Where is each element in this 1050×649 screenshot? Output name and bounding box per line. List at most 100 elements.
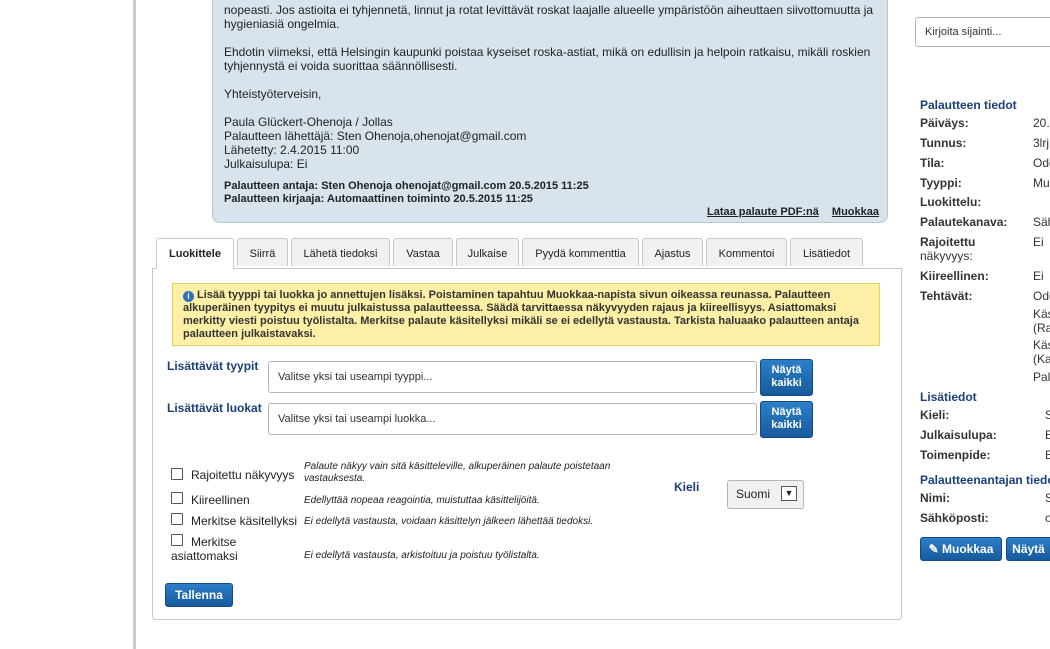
- message-body: nopeasti. Jos astioita ei tyhjennetä, li…: [224, 3, 887, 171]
- urgent-checkbox[interactable]: [171, 492, 183, 504]
- info-text-line: palautteen julkaistavaksi.: [183, 328, 316, 340]
- message-line: Julkaisulupa: Ei: [224, 157, 308, 171]
- show-all-label: Näytä: [771, 406, 802, 418]
- info-value: 3lrj: [1033, 136, 1050, 150]
- tab-siirra[interactable]: Siirrä: [237, 238, 288, 266]
- info-key: näkyvyys:: [920, 249, 973, 263]
- message-line: Paula Glückert-Ohenoja / Jollas: [224, 115, 393, 129]
- download-pdf-link[interactable]: Lataa palaute PDF:nä: [707, 206, 819, 218]
- info-key: Nimi:: [920, 491, 950, 505]
- info-key: Tila:: [920, 156, 945, 170]
- show-all-label: kaikki: [771, 419, 802, 431]
- message-line: nopeasti. Jos astioita ei tyhjennetä, li…: [224, 3, 874, 17]
- restricted-visibility-label: Rajoitettu näkyvyys: [191, 468, 295, 482]
- info-value: Odo: [1033, 156, 1050, 170]
- info-value: 20.: [1033, 116, 1050, 130]
- tab-luokittele[interactable]: Luokittele: [156, 238, 234, 269]
- info-text-line: Lisää tyyppi tai luokka jo annettujen li…: [197, 289, 831, 301]
- sidebar-edit-button[interactable]: ✎ Muokkaa: [920, 537, 1002, 561]
- task-line: (Ra: [1033, 321, 1050, 335]
- desc-line: vastauksesta.: [304, 473, 366, 484]
- sidebar-edit-label: Muokkaa: [942, 542, 994, 556]
- left-column-border: [133, 0, 136, 649]
- restricted-visibility-desc: Palaute näkyy vain sitä käsitteleville, …: [304, 461, 610, 485]
- info-key: Tyyppi:: [920, 176, 962, 190]
- info-text-line: alkuperäinen tyypitys ei muutu julkaistu…: [183, 302, 837, 314]
- feedback-message-box: nopeasti. Jos astioita ei tyhjennetä, li…: [212, 0, 888, 223]
- tab-kommentoi[interactable]: Kommentoi: [706, 238, 787, 266]
- extra-info-title: Lisätiedot: [920, 390, 977, 404]
- message-line: Yhteistyöterveisin,: [224, 87, 322, 101]
- info-value: Ei: [1033, 269, 1044, 283]
- show-all-classes-button[interactable]: Näytä kaikki: [760, 401, 813, 438]
- info-key: Päiväys:: [920, 116, 969, 130]
- feedback-giver: Palautteen antaja: Sten Ohenoja ohenojat…: [224, 180, 589, 192]
- language-select[interactable]: Suomi ▼: [727, 480, 804, 509]
- info-key: Luokittelu:: [920, 195, 982, 209]
- info-value: S: [1045, 408, 1050, 422]
- tab-pyyda-kommenttia[interactable]: Pyydä kommenttia: [522, 238, 639, 266]
- message-line: Lähetetty: 2.4.2015 11:00: [224, 143, 360, 157]
- info-value: Mu: [1033, 176, 1050, 190]
- urgent-label: Kiireellinen: [191, 493, 250, 507]
- tab-laheta-tiedoksi[interactable]: Lähetä tiedoksi: [291, 238, 390, 266]
- mark-handled-checkbox[interactable]: [171, 513, 183, 525]
- message-line: Palautteen lähettäjä: Sten Ohenoja,oheno…: [224, 129, 527, 143]
- pencil-icon: ✎: [928, 542, 939, 556]
- info-value: S: [1045, 491, 1050, 505]
- location-input[interactable]: Kirjoita sijainti...: [915, 17, 1050, 47]
- info-key: Kiireellinen:: [920, 269, 989, 283]
- info-key: Sähköposti:: [920, 511, 989, 525]
- save-button[interactable]: Tallenna: [165, 583, 233, 607]
- info-key: Julkaisulupa:: [920, 428, 997, 442]
- edit-link[interactable]: Muokkaa: [832, 206, 879, 218]
- info-key: Palautekanava:: [920, 215, 1008, 229]
- info-key: Rajoitettu: [920, 235, 976, 249]
- info-notice: i Lisää tyyppi tai luokka jo annettujen l…: [172, 283, 880, 346]
- feedback-info-title: Palautteen tiedot: [920, 98, 1017, 112]
- info-value: Odo: [1033, 289, 1050, 303]
- types-label: Lisättävät tyypit: [167, 359, 259, 373]
- info-value: E: [1045, 428, 1050, 442]
- mark-inappropriate-label: Merkitse: [191, 535, 237, 549]
- classes-label: Lisättävät luokat: [167, 401, 262, 415]
- info-text-line: merkitty viesti poistuu työlistalta. Mer…: [183, 315, 859, 327]
- language-label: Kieli: [674, 480, 700, 494]
- info-key: Kieli:: [920, 408, 950, 422]
- mark-inappropriate-desc: Ei edellytä vastausta, arkistoituu ja po…: [304, 550, 540, 561]
- show-all-types-button[interactable]: Näytä kaikki: [760, 359, 813, 396]
- tab-ajastus[interactable]: Ajastus: [642, 238, 703, 266]
- feedback-recorder: Palautteen kirjaaja: Automaattinen toimi…: [224, 193, 533, 205]
- restricted-visibility-checkbox[interactable]: [171, 468, 183, 480]
- tab-julkaise[interactable]: Julkaise: [456, 238, 519, 266]
- message-line: Ehdotin viimeksi, että Helsingin kaupunk…: [224, 45, 871, 59]
- urgent-desc: Edellyttää nopeaa reagointia, muistuttaa…: [304, 495, 540, 506]
- info-value: o: [1045, 511, 1050, 525]
- sidebar-show-button[interactable]: Näytä: [1006, 537, 1050, 561]
- tab-vastaa[interactable]: Vastaa: [393, 238, 453, 266]
- giver-info-title: Palautteenantajan tiedot: [920, 473, 1050, 487]
- task-line: (Ka: [1033, 352, 1050, 366]
- chevron-down-icon: ▼: [781, 486, 797, 501]
- info-key: Toimenpide:: [920, 448, 991, 462]
- info-value: Säh: [1033, 215, 1050, 229]
- types-select[interactable]: Valitse yksi tai useampi tyyppi...: [268, 361, 757, 393]
- show-all-label: kaikki: [771, 377, 802, 389]
- mark-inappropriate-checkbox[interactable]: [171, 534, 183, 546]
- message-line: hygieniasiä ongelmia.: [224, 17, 340, 31]
- classes-select[interactable]: Valitse yksi tai useampi luokka...: [268, 403, 757, 435]
- info-key: Tehtävät:: [920, 289, 973, 303]
- info-value: Ei: [1033, 235, 1044, 249]
- info-key: Tunnus:: [920, 136, 967, 150]
- message-links: Lataa palaute PDF:nä Muokkaa: [697, 206, 879, 218]
- show-all-label: Näytä: [771, 364, 802, 376]
- task-line: Käs: [1033, 307, 1050, 321]
- info-value: E: [1045, 448, 1050, 462]
- language-value: Suomi: [736, 487, 771, 501]
- task-line: Pal: [1033, 370, 1050, 384]
- mark-handled-label: Merkitse käsitellyksi: [191, 514, 298, 528]
- mark-inappropriate-label-2: asiattomaksi: [171, 549, 238, 563]
- tab-lisatiedot[interactable]: Lisätiedot: [790, 238, 863, 266]
- info-icon: i: [183, 291, 194, 302]
- message-meta: Palautteen antaja: Sten Ohenoja ohenojat…: [224, 180, 589, 206]
